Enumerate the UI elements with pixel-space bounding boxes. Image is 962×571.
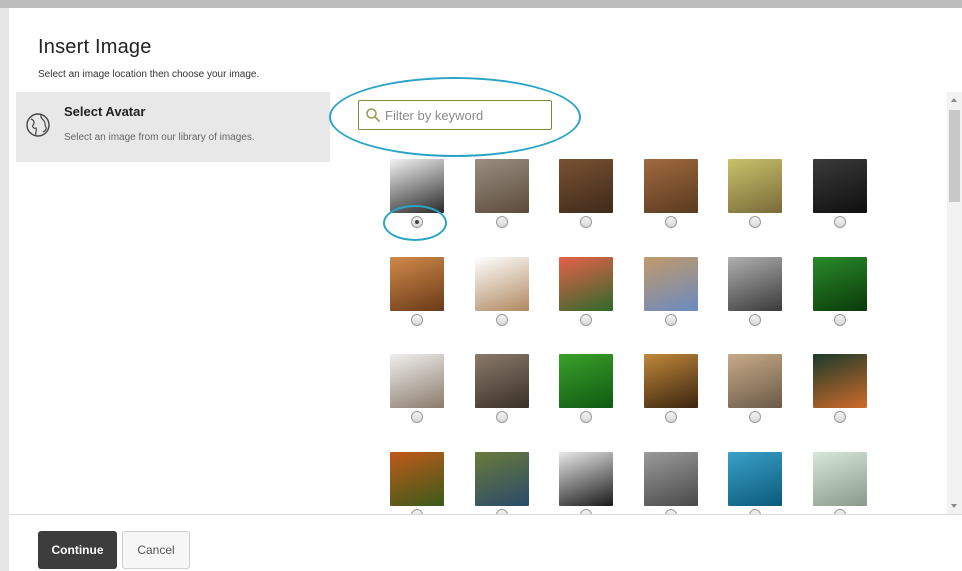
continue-button[interactable]: Continue: [38, 531, 117, 569]
image-radio[interactable]: [749, 216, 761, 228]
globe-icon: [26, 113, 50, 137]
image-radio[interactable]: [411, 411, 423, 423]
gallery-item[interactable]: [559, 256, 613, 326]
image-radio[interactable]: [495, 216, 508, 228]
dialog-subtitle: Select an image location then choose you…: [38, 69, 260, 80]
gallery-item[interactable]: [474, 451, 529, 514]
gallery-scrollbar[interactable]: [947, 92, 962, 514]
orangutan-thumbnail[interactable]: [390, 451, 444, 506]
gallery-item[interactable]: [643, 451, 698, 514]
hedgehog-thumbnail[interactable]: [390, 354, 444, 408]
gallery-item[interactable]: [643, 354, 698, 423]
ladybug-thumbnail[interactable]: [559, 354, 613, 408]
highlight-ring-search: [329, 77, 581, 157]
frog-thumbnail[interactable]: [812, 256, 867, 311]
gallery-item[interactable]: [643, 256, 698, 326]
window-top-bar: [0, 0, 962, 8]
cancel-button[interactable]: Cancel: [122, 531, 190, 569]
footer-divider: [9, 514, 962, 515]
rhino-thumbnail[interactable]: [643, 451, 698, 506]
image-radio[interactable]: [495, 411, 508, 423]
sea-turtle-thumbnail[interactable]: [728, 451, 782, 506]
gallery-item[interactable]: [474, 159, 529, 228]
image-radio[interactable]: [495, 313, 508, 326]
gallery-item[interactable]: [728, 354, 782, 423]
image-radio[interactable]: [664, 216, 677, 228]
scroll-up-arrow-icon[interactable]: [951, 98, 957, 102]
image-radio[interactable]: [580, 411, 592, 423]
image-radio[interactable]: [833, 216, 846, 228]
two-eagles-thumbnail[interactable]: [474, 159, 529, 213]
gallery-item[interactable]: [812, 354, 867, 423]
dragonfly-thumbnail[interactable]: [728, 159, 782, 213]
gallery-item[interactable]: [812, 159, 867, 228]
penguins-thumbnail[interactable]: [559, 451, 613, 506]
brown-bear-1-thumbnail[interactable]: [559, 159, 613, 213]
gallery-item[interactable]: [559, 451, 613, 514]
gallery-item[interactable]: [474, 256, 529, 326]
sidebar-item-select-avatar[interactable]: Select Avatar Select an image from our l…: [16, 92, 330, 162]
gallery-item[interactable]: [559, 159, 613, 228]
butterfly-thumbnail[interactable]: [812, 354, 867, 408]
meerkats-thumbnail[interactable]: [728, 354, 782, 408]
image-radio[interactable]: [833, 313, 846, 326]
image-radio[interactable]: [833, 411, 846, 423]
gallery-item[interactable]: [643, 159, 698, 228]
window-left-edge: [0, 8, 9, 571]
owl-thumbnail[interactable]: [474, 354, 529, 408]
brown-bear-2-thumbnail[interactable]: [643, 159, 698, 213]
insert-image-dialog: Insert Image Select an image location th…: [9, 8, 962, 571]
image-radio[interactable]: [664, 411, 677, 423]
image-radio[interactable]: [749, 411, 761, 423]
gallery-item[interactable]: [728, 256, 782, 326]
gallery-item[interactable]: [812, 256, 867, 326]
wolf-thumbnail[interactable]: [728, 256, 782, 311]
image-radio[interactable]: [749, 313, 761, 326]
image-radio[interactable]: [664, 313, 677, 326]
gazelles-thumbnail[interactable]: [643, 256, 698, 311]
lion-thumbnail[interactable]: [643, 354, 698, 408]
scroll-thumb[interactable]: [949, 110, 960, 202]
image-radio[interactable]: [411, 313, 423, 326]
gallery-item[interactable]: [390, 354, 444, 423]
image-radio[interactable]: [580, 216, 592, 228]
scroll-down-arrow-icon[interactable]: [951, 504, 957, 508]
gallery-item[interactable]: [390, 256, 444, 326]
sidebar-item-description: Select an image from our library of imag…: [64, 132, 255, 143]
gallery-item[interactable]: [390, 451, 444, 514]
gallery-item[interactable]: [559, 354, 613, 423]
gallery-item[interactable]: [728, 159, 782, 228]
highlight-ring-selected-radio: [383, 205, 447, 241]
seal-thumbnail[interactable]: [812, 451, 867, 506]
monkey-thumbnail[interactable]: [812, 159, 867, 213]
peacock-thumbnail[interactable]: [474, 451, 529, 506]
camel-thumbnail[interactable]: [474, 256, 529, 311]
flamingos-thumbnail[interactable]: [559, 256, 613, 311]
image-radio[interactable]: [580, 313, 592, 326]
sidebar-item-title: Select Avatar: [64, 104, 146, 119]
gallery-item[interactable]: [474, 354, 529, 423]
squirrel-thumbnail[interactable]: [390, 256, 444, 311]
gallery-item[interactable]: [812, 451, 867, 514]
gallery-item[interactable]: [728, 451, 782, 514]
dialog-title: Insert Image: [38, 36, 152, 58]
